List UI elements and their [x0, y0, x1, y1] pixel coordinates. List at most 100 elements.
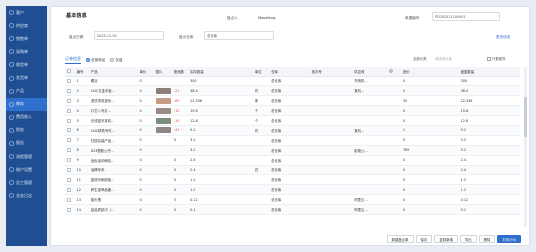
cell-image [154, 125, 173, 136]
sidebar-item[interactable]: 财务 [6, 124, 47, 137]
cell-diff: 0.1 [459, 204, 520, 215]
save-button[interactable]: 保存 [415, 235, 433, 243]
radio-all-products[interactable]: 全部商品 [86, 58, 105, 63]
table-row[interactable]: 6 CNC精铣专件… 0 -41 9.2 件 总仓库 某机… 1 9.2 [65, 125, 520, 136]
table-row[interactable]: 8 823塑胶公仔… 0 3.2 总仓库 影视公… 765 3.2 [65, 145, 520, 156]
sidebar-item[interactable]: 流程管理 [6, 150, 47, 163]
cell-actual-text: 1.2 [190, 177, 196, 182]
row-checkbox[interactable] [65, 145, 76, 156]
product-thumbnail[interactable] [155, 127, 171, 134]
cell-no-text: 8 [76, 148, 79, 153]
row-checkbox[interactable] [65, 115, 76, 126]
row-checkbox[interactable] [65, 174, 76, 186]
sidebar-item[interactable]: 业务日志 [6, 189, 47, 202]
cell-product-text: 皇冠印刷胶板… [90, 178, 115, 183]
header-checkbox[interactable] [65, 67, 76, 77]
table-row[interactable]: 9 品色油印刷机… 0 0 2.4 总仓库 0 2.4 [65, 155, 520, 166]
product-thumbnail[interactable] [155, 97, 171, 104]
stack-icon [9, 102, 14, 107]
only-diff-checkbox[interactable]: 只看差异 [487, 56, 506, 61]
cell-cost-text: 0 [402, 138, 405, 143]
row-checkbox[interactable] [65, 85, 76, 97]
export-button[interactable]: 导出 [459, 235, 477, 243]
cell-batch [310, 204, 353, 215]
header-gear[interactable] [387, 67, 402, 77]
header-batch: 批次号 [310, 67, 353, 77]
sidebar-item[interactable]: 供应商 [6, 19, 47, 32]
row-checkbox[interactable] [65, 95, 76, 107]
sidebar-item[interactable]: 报告 [6, 137, 47, 150]
cell-gear [387, 184, 402, 196]
cell-actual: 2.4 [188, 155, 254, 166]
sidebar-item[interactable]: 库存 [6, 97, 47, 111]
cell-diff: 3.2 [459, 145, 520, 156]
cell-product-text: 油桶车床 [90, 168, 105, 173]
warehouse-field[interactable]: 总仓库 [204, 31, 274, 40]
row-checkbox[interactable] [65, 105, 76, 117]
sidebar-item[interactable]: 账户设置 [6, 163, 47, 176]
radio-diff-label: 仅盘 [115, 57, 123, 62]
sidebar-item[interactable]: 发货单 [6, 71, 47, 84]
sidebar: 客户 供应商 销售单 采购单 收货单 发货单 产品 库存 费用收入 财务 报告 流程管理 账户设置 员工管… [6, 6, 47, 246]
date-field[interactable]: 2025-11-20 [94, 31, 164, 40]
category-select[interactable]: 请选择分类 [435, 56, 452, 61]
row-checkbox[interactable] [65, 125, 76, 136]
table-row[interactable]: 5 光线蓝牙耳机… 0 -19 12.8 个 总仓库 0 12.8 [65, 115, 520, 126]
table-row[interactable]: 14 高品质纸巾（… 0 0 0.1 总仓库 阿里云… 0 0.1 [65, 204, 520, 215]
row-checkbox[interactable] [65, 76, 76, 87]
table-row[interactable]: 13 猫头鹰 0 5 0.12 总仓库 阿里云… 0 0.12 [65, 194, 520, 206]
copy-new-button[interactable]: 复制新增 [434, 235, 458, 243]
table-row[interactable]: 2 CNC五金手板… 0 -21 38.4 件 总仓库 某机… 2 38.4 [65, 85, 520, 97]
row-checkbox[interactable] [65, 184, 76, 196]
cell-gear [387, 115, 402, 126]
more-info-link[interactable]: 更多信息 [496, 35, 510, 40]
cell-no-text: 11 [76, 177, 81, 182]
sidebar-item[interactable]: 客户 [6, 6, 47, 19]
sidebar-item[interactable]: 销售单 [6, 32, 47, 45]
sidebar-item[interactable]: 收货单 [6, 58, 47, 71]
table-row[interactable]: 3 浸渍漆改造系… 0 -65 22.336 条 总仓库 35 22.336 [65, 95, 520, 107]
cell-actual: 0.1 [188, 204, 254, 215]
cell-cost: 0 [401, 105, 460, 117]
tab-order-info[interactable]: 订单信息 [65, 56, 81, 64]
doc-no-field[interactable]: PD202511200001 [432, 12, 500, 21]
row-checkbox[interactable] [65, 204, 76, 215]
radio-diff-only[interactable]: 仅盘 [110, 57, 123, 63]
product-thumbnail[interactable] [155, 117, 171, 124]
print-button[interactable]: 打印(F6) [497, 235, 521, 243]
date-label: 盘点日期 [69, 35, 84, 39]
sidebar-item[interactable]: 员工管理 [6, 176, 47, 189]
table-row[interactable]: 4 灯芯八号灯… 0 -15 19.8 个 总仓库 0 19.8 [65, 105, 520, 117]
cell-image [154, 204, 173, 215]
cell-cost-text: 2 [402, 88, 405, 93]
scroll-thumb[interactable] [524, 97, 527, 137]
row-checkbox[interactable] [65, 155, 76, 166]
table-row[interactable]: 11 皇冠印刷胶板… 0 0 1.2 总仓库 0 1.2 [65, 174, 520, 186]
table-row[interactable]: 12 养生保养品套… 0 0 1.2 总仓库 0 1.2 [65, 184, 520, 196]
row-checkbox[interactable] [65, 135, 76, 146]
delete-button[interactable]: 删除 [478, 235, 496, 243]
cell-cost: 0 [401, 194, 460, 206]
product-thumbnail[interactable] [155, 107, 171, 114]
header-price: 单价 [137, 67, 155, 77]
header-product: 产品 [89, 67, 138, 77]
vertical-scrollbar[interactable] [524, 67, 527, 227]
cell-actual: 3.2 [188, 135, 254, 146]
product-thumbnail[interactable] [155, 87, 171, 94]
new-inventory-button[interactable]: 新建盘点单 [386, 235, 414, 243]
cell-product: 灯芯八号灯… [89, 105, 138, 117]
sidebar-item[interactable]: 采购单 [6, 45, 47, 58]
cell-warehouse: 总仓库 [269, 95, 311, 107]
cell-unit-text: 匹 [254, 168, 259, 173]
table-row[interactable]: 7 扫描包装产品… 0 0 3.2 总仓库 0 3.2 [65, 135, 520, 146]
table-row[interactable]: 10 油桶车床 0 0 2.4 匹 总仓库 0 2.4 [65, 165, 520, 176]
table-row[interactable]: 1 螺丝 0 300 总仓库 东莞机… 0 300 [65, 76, 520, 87]
cell-warehouse-text: 总仓库 [271, 208, 282, 213]
sidebar-item[interactable]: 产品 [6, 85, 47, 98]
sidebar-item[interactable]: 费用收入 [6, 111, 47, 124]
checkbox-icon [66, 187, 71, 192]
row-checkbox[interactable] [65, 194, 76, 206]
row-checkbox[interactable] [65, 165, 76, 176]
box-icon [9, 89, 14, 94]
cell-gear [387, 165, 402, 176]
